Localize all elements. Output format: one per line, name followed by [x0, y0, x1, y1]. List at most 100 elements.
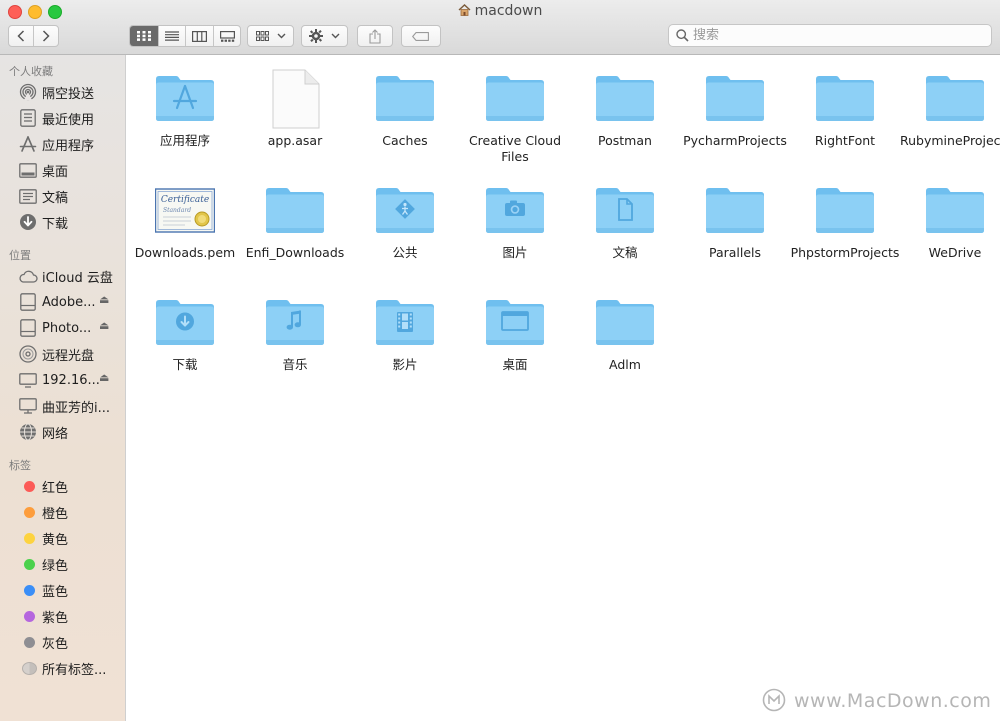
sidebar-item-icloud[interactable]: iCloud 云盘: [0, 264, 125, 288]
action-menu-inner: [302, 26, 347, 46]
folder-item[interactable]: PhpstormProjects: [790, 181, 900, 281]
sidebar-item-tag[interactable]: 紫色: [0, 604, 125, 628]
folder-item[interactable]: 下载: [130, 293, 240, 393]
pictures-folder-icon: [485, 181, 545, 241]
item-label: 桌面: [502, 357, 528, 372]
forward-button[interactable]: [33, 26, 58, 46]
group-by-button[interactable]: [247, 25, 294, 47]
item-label: app.asar: [267, 133, 323, 148]
item-label: RubymineProjects: [900, 133, 1000, 148]
navigation-group: [8, 25, 59, 47]
sidebar-item-label: 192.16...: [42, 372, 100, 388]
item-label: Creative Cloud Files: [468, 133, 562, 164]
sidebar-item-tag[interactable]: 所有标签...: [0, 656, 125, 680]
folder-item[interactable]: Caches: [350, 69, 460, 169]
folder-item[interactable]: 影片: [350, 293, 460, 393]
all-tags-icon: [18, 659, 38, 677]
sidebar-item-label: 文稿: [42, 190, 69, 206]
folder-item[interactable]: 音乐: [240, 293, 350, 393]
item-label: PycharmProjects: [683, 133, 787, 148]
folder-item[interactable]: WeDrive: [900, 181, 1000, 281]
folder-icon: [485, 69, 545, 129]
folder-item[interactable]: 公共: [350, 181, 460, 281]
folder-item[interactable]: Enfi_Downloads: [240, 181, 350, 281]
tag-dot: [22, 661, 37, 675]
watermark-text: www.MacDown.com: [794, 690, 992, 712]
sidebar-item-documents[interactable]: 文稿: [0, 184, 125, 208]
window-title: macdown: [0, 3, 1000, 19]
folder-item[interactable]: PycharmProjects: [680, 69, 790, 169]
sidebar-item-tag[interactable]: 红色: [0, 474, 125, 498]
eject-icon[interactable]: ⏏: [99, 371, 109, 384]
certificate-file-item[interactable]: Certificate Standard Downloads.pem: [130, 181, 240, 281]
action-menu-button[interactable]: [301, 25, 348, 47]
sidebar-item-tag[interactable]: 灰色: [0, 630, 125, 654]
folder-item[interactable]: RightFont: [790, 69, 900, 169]
network-icon: [18, 423, 38, 441]
gallery-view-button[interactable]: [213, 26, 240, 46]
sidebar-item-airdrop[interactable]: 隔空投送: [0, 80, 125, 104]
sidebar-item-tag[interactable]: 黄色: [0, 526, 125, 550]
folder-item[interactable]: 应用程序: [130, 69, 240, 169]
folder-item[interactable]: RubymineProjects: [900, 69, 1000, 169]
list-view-button[interactable]: [157, 26, 186, 46]
gallery-icon: [219, 30, 235, 42]
back-button[interactable]: [9, 26, 33, 46]
grid-icon: [136, 31, 151, 41]
grid-small-icon: [255, 31, 269, 41]
sidebar-item-applications[interactable]: 应用程序: [0, 132, 125, 156]
share-button[interactable]: [357, 25, 393, 47]
folder-icon: [705, 69, 765, 129]
folder-icon: [705, 181, 765, 241]
sidebar-item-computer[interactable]: 曲亚芳的i...: [0, 394, 125, 418]
folder-item[interactable]: Creative Cloud Files: [460, 69, 570, 169]
columns-icon: [192, 30, 208, 42]
edit-tags-button[interactable]: [401, 25, 441, 47]
tag-dot: [24, 506, 35, 518]
desktop-folder-icon: [485, 293, 545, 353]
item-label: Caches: [382, 133, 428, 148]
folder-item[interactable]: Adlm: [570, 293, 680, 393]
sidebar-item-network[interactable]: 网络: [0, 420, 125, 444]
item-label: 公共: [392, 245, 418, 260]
column-view-button[interactable]: [185, 26, 213, 46]
tags-section-title: 标签: [9, 459, 31, 472]
sidebar-item-downloads[interactable]: 下载: [0, 210, 125, 234]
sidebar-item-adobe[interactable]: Adobe... ⏏: [0, 290, 125, 314]
chevron-right-icon: [43, 30, 50, 42]
folder-item[interactable]: Parallels: [680, 181, 790, 281]
icon-view-button[interactable]: [130, 26, 158, 46]
recents-icon: [18, 109, 38, 127]
documents-icon: [18, 187, 38, 205]
folder-item[interactable]: 桌面: [460, 293, 570, 393]
search-input[interactable]: [693, 27, 973, 44]
sidebar-item-recents[interactable]: 最近使用: [0, 106, 125, 130]
sidebar-item-desktop[interactable]: 桌面: [0, 158, 125, 182]
sidebar-item-tag[interactable]: 橙色: [0, 500, 125, 524]
home-icon: [458, 4, 471, 16]
search-field[interactable]: [668, 24, 992, 47]
item-label: Enfi_Downloads: [245, 245, 345, 260]
folder-icon: [815, 181, 875, 241]
document-icon: [265, 69, 325, 129]
sidebar-item-label: 所有标签...: [42, 662, 107, 678]
sidebar-item-remote-disc[interactable]: 远程光盘: [0, 342, 125, 366]
folder-item[interactable]: 图片: [460, 181, 570, 281]
item-label: WeDrive: [928, 245, 982, 260]
sidebar-item-tag[interactable]: 蓝色: [0, 578, 125, 602]
tag-dot: [24, 610, 35, 622]
sidebar-item-photo[interactable]: Photo... ⏏: [0, 316, 125, 340]
sidebar-item-tag[interactable]: 绿色: [0, 552, 125, 576]
folder-item[interactable]: Postman: [570, 69, 680, 169]
eject-icon[interactable]: ⏏: [99, 293, 109, 306]
item-label: Postman: [598, 133, 652, 148]
folder-icon: [375, 69, 435, 129]
sidebar-item-label: 桌面: [42, 164, 69, 180]
eject-icon[interactable]: ⏏: [99, 319, 109, 332]
folder-item[interactable]: 文稿: [570, 181, 680, 281]
folder-icon: [595, 293, 655, 353]
applications-folder-icon: [155, 69, 215, 129]
sidebar-item-server[interactable]: 192.16... ⏏: [0, 368, 125, 392]
item-label: 下载: [172, 357, 198, 372]
file-item[interactable]: app.asar: [240, 69, 350, 169]
